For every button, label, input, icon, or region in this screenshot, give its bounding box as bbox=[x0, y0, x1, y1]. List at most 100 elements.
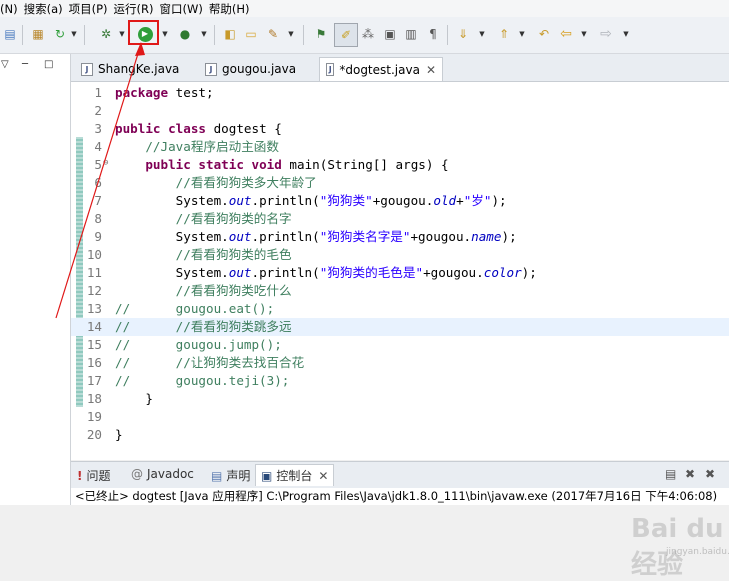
paragraph-icon[interactable]: ¶ bbox=[425, 26, 441, 42]
last-edit-icon[interactable]: ↶ bbox=[536, 26, 552, 42]
line-number: 3 bbox=[94, 121, 102, 136]
open-type-icon[interactable]: ◧ bbox=[222, 26, 238, 42]
package-icon[interactable]: ▦ bbox=[30, 26, 46, 42]
spell-icon[interactable]: ⁂ bbox=[360, 26, 376, 42]
tab-console[interactable]: ▣ 控制台 ✕ bbox=[255, 464, 335, 486]
code-line[interactable]: 13 // gougou.eat(); bbox=[71, 300, 729, 318]
chevron-down-icon[interactable]: ▼ bbox=[200, 26, 208, 42]
tab-label: *dogtest.java bbox=[339, 62, 420, 77]
menu-item-window[interactable]: 窗口(W) bbox=[160, 1, 209, 17]
mark-occurrences-icon[interactable]: ✐ bbox=[334, 23, 358, 47]
tab-dogtest-java[interactable]: J *dogtest.java ✕ bbox=[319, 57, 443, 81]
remove-launch-icon[interactable]: ✖ bbox=[685, 467, 695, 481]
toolbar-separator bbox=[84, 25, 85, 45]
package-explorer-panel: ▽ ─ □ bbox=[0, 54, 71, 505]
fold-icon[interactable]: ⊖ bbox=[103, 154, 108, 172]
new-java-file-icon[interactable]: ▤ bbox=[2, 26, 18, 42]
view-menu-icon[interactable]: ─ bbox=[22, 59, 28, 70]
open-folder-icon[interactable]: ▭ bbox=[243, 26, 259, 42]
code-line[interactable]: 2 bbox=[71, 102, 729, 120]
line-number: 10 bbox=[86, 247, 102, 262]
line-number: 18 bbox=[86, 391, 102, 406]
minimize-icon[interactable]: ▽ bbox=[1, 59, 9, 70]
chevron-down-icon[interactable]: ▼ bbox=[518, 26, 526, 42]
code-line[interactable]: 1 package test; bbox=[71, 84, 729, 102]
line-text: public class dogtest { bbox=[115, 121, 282, 136]
code-line[interactable]: 16 // //让狗狗类去找百合花 bbox=[71, 354, 729, 372]
java-file-icon: J bbox=[81, 62, 93, 76]
line-number: 4 bbox=[94, 139, 102, 154]
block-selection-icon[interactable]: ▣ bbox=[382, 26, 398, 42]
tab-javadoc[interactable]: @ Javadoc bbox=[131, 467, 194, 481]
declaration-icon: ▤ bbox=[211, 468, 223, 483]
tab-shangke-java[interactable]: J ShangKe.java bbox=[75, 57, 185, 81]
chevron-down-icon[interactable]: ▼ bbox=[478, 26, 486, 42]
chevron-down-icon[interactable]: ▼ bbox=[287, 26, 295, 42]
tab-problems[interactable]: ! 问题 bbox=[77, 467, 111, 484]
toolbar-separator bbox=[303, 25, 304, 45]
line-text: System.out.println("狗狗类的毛色是"+gougou.colo… bbox=[115, 265, 537, 280]
maximize-icon[interactable]: □ bbox=[44, 59, 53, 70]
code-line[interactable]: 20} bbox=[71, 426, 729, 444]
line-text: public static void main(String[] args) { bbox=[145, 157, 449, 172]
line-text: package test; bbox=[115, 85, 214, 100]
chevron-down-icon[interactable]: ▼ bbox=[580, 26, 588, 42]
menu-item-search[interactable]: 搜索(a) bbox=[24, 1, 69, 17]
line-number: 20 bbox=[86, 427, 102, 442]
chevron-down-icon[interactable]: ▼ bbox=[70, 26, 78, 42]
prev-annotation-icon[interactable]: ⇑ bbox=[496, 26, 512, 42]
chevron-down-icon[interactable]: ▼ bbox=[118, 26, 126, 42]
line-number: 8 bbox=[94, 211, 102, 226]
menu-item-help[interactable]: 帮助(H) bbox=[209, 1, 256, 17]
editor-tab-bar: J ShangKe.java J gougou.java J *dogtest.… bbox=[71, 54, 729, 82]
tab-label: Javadoc bbox=[147, 467, 194, 481]
debug-icon[interactable]: ✲ bbox=[98, 26, 114, 42]
code-line[interactable]: 7 System.out.println("狗狗类"+gougou.old+"岁… bbox=[71, 192, 729, 210]
code-line[interactable]: 14 // //看看狗狗类跳多远 bbox=[71, 318, 729, 336]
code-line[interactable]: 9 System.out.println("狗狗类名字是"+gougou.nam… bbox=[71, 228, 729, 246]
code-line[interactable]: 10 //看看狗狗类的毛色 bbox=[71, 246, 729, 264]
code-line[interactable]: 17 // gougou.teji(3); bbox=[71, 372, 729, 390]
code-line[interactable]: 15 // gougou.jump(); bbox=[71, 336, 729, 354]
menu-item-project[interactable]: 项目(P) bbox=[69, 1, 114, 17]
close-icon[interactable]: ✕ bbox=[318, 469, 328, 483]
code-line[interactable]: 18 } bbox=[71, 390, 729, 408]
code-editor[interactable]: 1 package test; 2 3 public class dogtest { 4 … bbox=[71, 82, 729, 580]
refresh-run-icon[interactable]: ↻ bbox=[52, 26, 68, 42]
next-annotation-icon[interactable]: ⇓ bbox=[455, 26, 471, 42]
tab-label: 控制台 bbox=[276, 469, 313, 483]
tab-gougou-java[interactable]: J gougou.java bbox=[199, 57, 302, 81]
clear-console-icon[interactable]: ▤ bbox=[665, 467, 676, 481]
main-toolbar: ▤ ▦ ↻ ▼ ✲ ▼ ▶ ▼ ● ▼ ◧ ▭ ✎ ▼ ⚑ ✐ ⁂ ▣ ▥ ¶ … bbox=[0, 17, 729, 54]
remove-all-icon[interactable]: ✖ bbox=[705, 467, 715, 481]
code-line[interactable]: 12 //看看狗狗类吃什么 bbox=[71, 282, 729, 300]
chevron-down-icon[interactable]: ▼ bbox=[622, 26, 630, 42]
bottom-view-tabs: ! 问题 @ Javadoc ▤ 声明 ▣ 控制台 ✕ ▤ ✖ ✖ bbox=[71, 461, 729, 488]
annotation-icon[interactable]: ⚑ bbox=[313, 26, 329, 42]
watermark-url: jingyan.baidu.com bbox=[666, 547, 729, 557]
code-line[interactable]: 5 ⊖ public static void main(String[] args… bbox=[71, 156, 729, 174]
external-tools-icon[interactable]: ● bbox=[177, 26, 193, 42]
brush-icon[interactable]: ✎ bbox=[265, 26, 281, 42]
problems-icon: ! bbox=[77, 468, 83, 483]
code-line[interactable]: 11 System.out.println("狗狗类的毛色是"+gougou.c… bbox=[71, 264, 729, 282]
line-text: //看看狗狗类的毛色 bbox=[175, 247, 292, 262]
forward-arrow-icon[interactable]: ⇨ bbox=[598, 26, 614, 42]
code-line[interactable]: 19 bbox=[71, 408, 729, 426]
line-text: System.out.println("狗狗类名字是"+gougou.name)… bbox=[115, 229, 517, 244]
code-lines: 1 package test; 2 3 public class dogtest { 4 … bbox=[71, 84, 729, 444]
code-line[interactable]: 3 public class dogtest { bbox=[71, 120, 729, 138]
show-whitespace-icon[interactable]: ▥ bbox=[403, 26, 419, 42]
close-icon[interactable]: ✕ bbox=[426, 63, 436, 77]
chevron-down-icon[interactable]: ▼ bbox=[161, 26, 169, 42]
tab-declaration[interactable]: ▤ 声明 bbox=[211, 467, 250, 484]
back-arrow-icon[interactable]: ⇦ bbox=[558, 26, 574, 42]
menu-item-run[interactable]: 运行(R) bbox=[114, 1, 160, 17]
code-line[interactable]: 6 //看看狗狗类多大年龄了 bbox=[71, 174, 729, 192]
line-number: 11 bbox=[86, 265, 102, 280]
code-line[interactable]: 8 //看看狗狗类的名字 bbox=[71, 210, 729, 228]
tab-label: 声明 bbox=[226, 469, 251, 483]
code-line[interactable]: 4 //Java程序启动主函数 bbox=[71, 138, 729, 156]
menu-bar: (N) 搜索(a) 项目(P) 运行(R) 窗口(W) 帮助(H) bbox=[0, 0, 729, 17]
menu-item-navigate[interactable]: (N) bbox=[0, 2, 24, 16]
